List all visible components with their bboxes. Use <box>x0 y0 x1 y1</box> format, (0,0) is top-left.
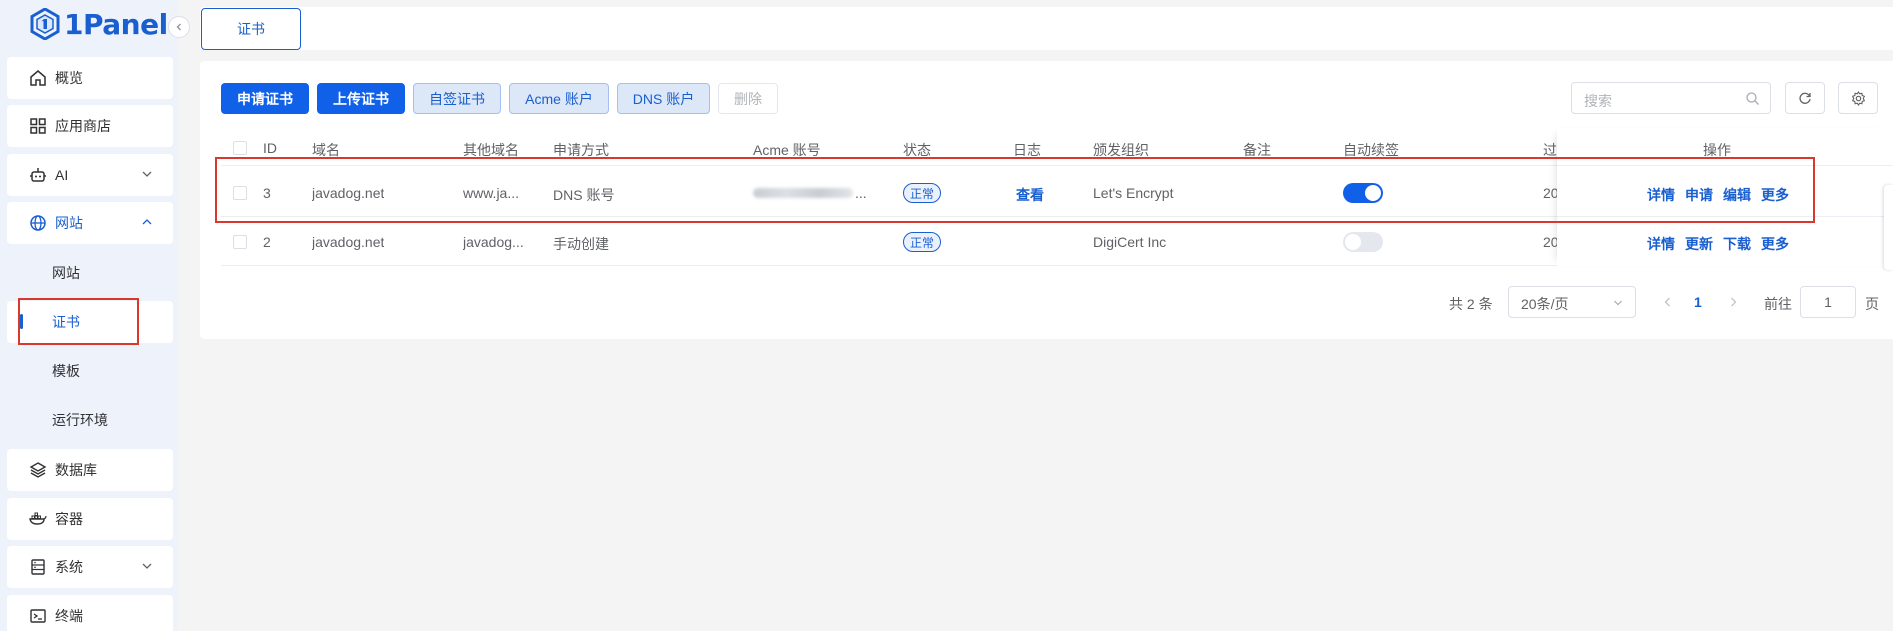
refresh-icon <box>1799 92 1811 104</box>
renew-link[interactable]: 更新 <box>1685 234 1713 254</box>
docker-icon <box>29 510 47 528</box>
cell-domain: javadog.net <box>312 234 385 250</box>
page-size-value: 20条/页 <box>1521 296 1569 312</box>
prev-page-icon[interactable] <box>1662 296 1674 308</box>
sidebar-item-terminal[interactable]: 终端 <box>7 595 173 631</box>
sidebar-subitem-website[interactable]: 网站 <box>7 252 173 294</box>
sidebar-subitem-runtime[interactable]: 运行环境 <box>7 399 173 441</box>
detail-link[interactable]: 详情 <box>1647 234 1675 254</box>
1panel-logo-icon <box>30 8 60 40</box>
download-link[interactable]: 下载 <box>1723 234 1751 254</box>
sidebar-item-label: 应用商店 <box>55 118 111 134</box>
cell-method: 手动创建 <box>553 236 609 252</box>
auto-renew-toggle[interactable] <box>1343 232 1383 252</box>
sidebar-item-label: 数据库 <box>55 462 97 478</box>
sidebar-item-label: AI <box>55 167 69 183</box>
sidebar-subitem-template[interactable]: 模板 <box>7 350 173 392</box>
toggle-knob <box>1345 234 1361 250</box>
globe-icon <box>29 214 47 232</box>
search-icon <box>1746 92 1759 105</box>
sidebar-item-system[interactable]: 系统 <box>7 546 173 588</box>
brand-logo[interactable]: 1Panel <box>30 6 168 42</box>
delete-button[interactable]: 删除 <box>718 83 778 114</box>
cell-issuer: DigiCert Inc <box>1093 234 1167 250</box>
pagination-total: 共 2 条 <box>1449 296 1493 312</box>
highlight-box-row <box>215 157 1815 223</box>
home-icon <box>29 69 47 87</box>
search-placeholder: 搜索 <box>1584 93 1612 109</box>
sidebar-item-label: 系统 <box>55 559 83 575</box>
sidebar-subitem-label: 网站 <box>52 265 80 281</box>
tab-certificate[interactable]: 证书 <box>201 8 301 50</box>
status-badge: 正常 <box>903 232 942 252</box>
top-tab-bar <box>200 7 1893 50</box>
sidebar-item-appstore[interactable]: 应用商店 <box>7 105 173 147</box>
chevron-up-icon <box>142 219 152 225</box>
apply-cert-button[interactable]: 申请证书 <box>221 83 309 114</box>
sidebar-item-label: 容器 <box>55 511 83 527</box>
terminal-icon <box>29 607 47 625</box>
chevron-left-icon <box>176 23 181 31</box>
current-page[interactable]: 1 <box>1694 294 1702 310</box>
brand-name: 1Panel <box>64 7 168 41</box>
sidebar-item-ai[interactable]: AI <box>7 154 173 196</box>
refresh-button[interactable] <box>1785 82 1825 114</box>
chevron-down-icon <box>142 171 152 177</box>
acme-account-button[interactable]: Acme 账户 <box>509 83 609 114</box>
next-page-icon[interactable] <box>1727 296 1739 308</box>
chevron-down-icon <box>1614 300 1622 306</box>
self-signed-cert-button[interactable]: 自签证书 <box>413 83 501 114</box>
layers-icon <box>29 461 47 479</box>
cell-id: 2 <box>263 234 271 250</box>
sidebar-item-container[interactable]: 容器 <box>7 498 173 540</box>
sidebar-item-label: 概览 <box>55 70 83 86</box>
grid-icon <box>29 117 47 135</box>
sidebar-subitem-label: 模板 <box>52 363 80 379</box>
chevron-down-icon <box>142 563 152 569</box>
search-input[interactable]: 搜索 <box>1571 82 1771 114</box>
server-icon <box>29 558 47 576</box>
sidebar-item-database[interactable]: 数据库 <box>7 449 173 491</box>
column-header-id: ID <box>263 140 277 156</box>
cell-other-domains: javadog... <box>463 234 524 250</box>
row-checkbox[interactable] <box>233 235 247 249</box>
settings-button[interactable] <box>1838 82 1878 114</box>
goto-label: 前往 <box>1764 296 1792 312</box>
right-edge-handle[interactable] <box>1884 185 1893 270</box>
gear-icon <box>1851 90 1865 106</box>
goto-page-input[interactable]: 1 <box>1800 286 1856 318</box>
sidebar-subitem-label: 运行环境 <box>52 412 108 428</box>
page-size-select[interactable]: 20条/页 <box>1508 286 1636 318</box>
robot-icon <box>29 166 47 184</box>
more-link[interactable]: 更多 <box>1761 234 1789 254</box>
highlight-box-sidebar <box>18 298 139 345</box>
sidebar: 1Panel 概览 应用商店 AI 网站 网站 证书 模板 运行环境 数据库 容… <box>0 0 178 631</box>
sidebar-item-label: 终端 <box>55 608 83 624</box>
page-suffix-label: 页 <box>1865 296 1879 312</box>
sidebar-item-label: 网站 <box>55 215 83 231</box>
collapse-sidebar-button[interactable] <box>168 16 190 38</box>
dns-account-button[interactable]: DNS 账户 <box>617 83 710 114</box>
sidebar-item-website[interactable]: 网站 <box>7 202 173 244</box>
select-all-checkbox[interactable] <box>233 141 247 155</box>
sidebar-item-overview[interactable]: 概览 <box>7 57 173 99</box>
upload-cert-button[interactable]: 上传证书 <box>317 83 405 114</box>
